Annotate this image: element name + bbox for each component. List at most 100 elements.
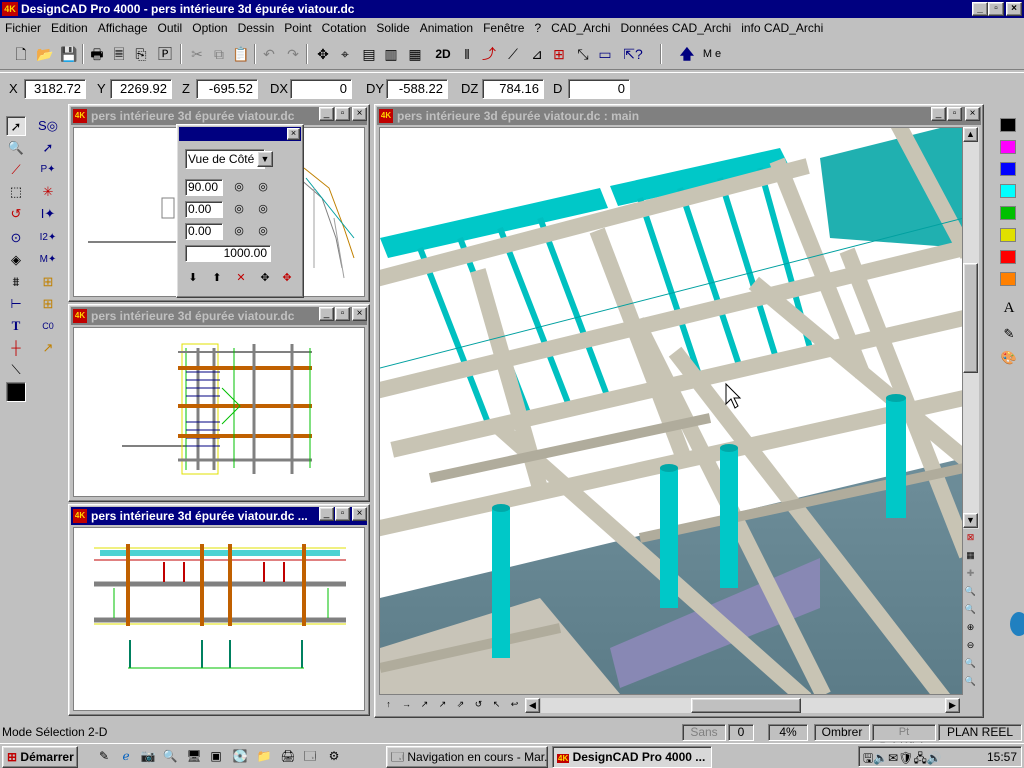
main-close-button[interactable]: ×: [965, 107, 980, 121]
z-coordinate-field[interactable]: -695.52: [196, 79, 258, 99]
quicklaunch-edit-icon[interactable]: ✎: [96, 748, 112, 764]
color-swatch-blue[interactable]: [1000, 162, 1016, 176]
quicklaunch-explorer-icon[interactable]: 🔍: [162, 748, 178, 764]
scroll-up-button[interactable]: ▲: [963, 127, 978, 142]
rotate-up-icon[interactable]: ↑: [381, 698, 396, 713]
point-i-icon[interactable]: I✦: [38, 204, 58, 224]
quicklaunch-window-icon[interactable]: 🗔: [302, 748, 318, 764]
axis-icon[interactable]: ⤴: [478, 43, 500, 65]
vertical-scrollbar[interactable]: ▲ ▼: [963, 127, 979, 529]
menu-item[interactable]: Option: [187, 18, 232, 38]
paste-special-icon[interactable]: 🄿: [154, 43, 176, 65]
maximize-button[interactable]: ▫: [988, 2, 1004, 16]
d-field[interactable]: 0: [568, 79, 630, 99]
undo-icon[interactable]: ↶: [258, 43, 280, 65]
quicklaunch-designcad-icon[interactable]: ⚙: [326, 748, 342, 764]
fill-icon[interactable]: ◈: [6, 250, 26, 270]
point-select-icon[interactable]: ➚: [38, 138, 58, 158]
color-swatch-yellow[interactable]: [1000, 228, 1016, 242]
main-maximize-button[interactable]: ▫: [947, 107, 962, 121]
rotate-diag3-icon[interactable]: ⇗: [453, 698, 468, 713]
rotate-diag6-icon[interactable]: ↩: [507, 698, 522, 713]
view-close-button[interactable]: ×: [352, 507, 367, 521]
color-swatch-red[interactable]: [1000, 250, 1016, 264]
status-ombrer[interactable]: Ombrer: [814, 724, 870, 741]
menu-item[interactable]: CAD_Archi: [546, 18, 615, 38]
color-swatch-cyan[interactable]: [1000, 184, 1016, 198]
menu-item[interactable]: Edition: [46, 18, 93, 38]
polyline-icon[interactable]: ⟋: [6, 160, 26, 180]
close-button[interactable]: ×: [1006, 2, 1022, 16]
crosshair-icon[interactable]: ┼: [6, 338, 26, 358]
dialog-close-button[interactable]: ×: [287, 128, 300, 140]
dz-field[interactable]: 784.16: [482, 79, 544, 99]
distance-field[interactable]: 1000.00: [185, 245, 271, 262]
dx-field[interactable]: 0: [290, 79, 352, 99]
view-close-button[interactable]: ×: [352, 107, 367, 121]
grid-point-2-icon[interactable]: ⊞: [38, 294, 58, 314]
window-icon[interactable]: ▭: [594, 43, 616, 65]
view-dropdown-button[interactable]: ▼: [257, 151, 273, 167]
zoom-extents-icon[interactable]: 🔍: [963, 603, 978, 618]
main-view-title-bar[interactable]: 4K pers intérieure 3d épurée viatour.dc :…: [377, 107, 981, 125]
zoom-all-icon[interactable]: 🔍: [963, 675, 978, 690]
view-minimize-button[interactable]: _: [319, 107, 334, 121]
select-snap-icon[interactable]: S◎: [38, 116, 58, 136]
move-icon[interactable]: ✥: [312, 43, 334, 65]
angle-field-2[interactable]: 0.00: [185, 201, 223, 218]
rotate-diag5-icon[interactable]: ↖: [489, 698, 504, 713]
view-front-icon[interactable]: ▤: [358, 43, 380, 65]
view-maximize-button[interactable]: ▫: [335, 507, 350, 521]
color-swatch-black[interactable]: [1000, 118, 1016, 132]
dialog-title-bar[interactable]: [179, 127, 301, 141]
horizontal-scroll-thumb[interactable]: [691, 698, 801, 713]
grid-toggle-icon[interactable]: ▦: [963, 549, 978, 564]
box-3d-icon[interactable]: ⬚: [6, 182, 26, 202]
arrow-up-icon[interactable]: 🡅: [676, 43, 698, 65]
view-close-button[interactable]: ×: [352, 307, 367, 321]
color-swatch-magenta[interactable]: [1000, 140, 1016, 154]
close-view-icon[interactable]: ⊠: [963, 531, 978, 546]
angle-field-3[interactable]: 0.00: [185, 223, 223, 240]
pen-style-icon[interactable]: ✎: [1000, 326, 1018, 344]
point-p-icon[interactable]: P✦: [38, 160, 58, 180]
rotate-right-icon[interactable]: ◎: [253, 178, 273, 196]
menu-item[interactable]: Animation: [415, 18, 478, 38]
view-maximize-button[interactable]: ▫: [335, 107, 350, 121]
y-coordinate-field[interactable]: 2269.92: [110, 79, 172, 99]
view-maximize-button[interactable]: ▫: [335, 307, 350, 321]
scroll-left-button[interactable]: ◀: [525, 698, 540, 713]
view-minimize-button[interactable]: _: [319, 307, 334, 321]
line-icon[interactable]: ⟍: [6, 360, 26, 380]
pause-icon[interactable]: ‖: [456, 43, 478, 65]
menu-item[interactable]: Fenêtre: [478, 18, 529, 38]
status-sans[interactable]: Sans: [682, 724, 726, 741]
quicklaunch-ie-icon[interactable]: ℯ: [118, 748, 134, 764]
quicklaunch-camera-icon[interactable]: 📷: [140, 748, 156, 764]
scroll-right-button[interactable]: ▶: [945, 698, 960, 713]
2d-mode-button[interactable]: 2D: [432, 43, 454, 65]
status-percent[interactable]: 4%: [768, 724, 808, 741]
menu-item[interactable]: Affichage: [93, 18, 153, 38]
zoom-previous-icon[interactable]: 🔍: [963, 657, 978, 672]
vertical-scroll-thumb[interactable]: [963, 263, 978, 373]
pan-icon[interactable]: ✚: [963, 567, 978, 582]
print-icon[interactable]: 🖶: [86, 43, 108, 65]
status-layer-number[interactable]: 0: [728, 724, 754, 741]
view-top-icon[interactable]: ▦: [404, 43, 426, 65]
zoom-icon[interactable]: 🔍: [6, 138, 26, 158]
point-i2-icon[interactable]: I2✦: [38, 228, 58, 248]
dimension-icon[interactable]: ⊢: [6, 294, 26, 314]
rotate-left-icon[interactable]: ◎: [229, 178, 249, 196]
copy-icon[interactable]: ⧉: [208, 43, 230, 65]
x-coordinate-field[interactable]: 3182.72: [24, 79, 86, 99]
print-preview-icon[interactable]: 🗏: [108, 43, 130, 65]
menu-item[interactable]: ?: [529, 18, 546, 38]
menu-item[interactable]: Fichier: [0, 18, 46, 38]
quicklaunch-monitor-icon[interactable]: 🖥: [186, 748, 202, 764]
center-view-icon[interactable]: ✥: [255, 269, 275, 287]
hatch-icon[interactable]: ⩩: [6, 272, 26, 292]
quicklaunch-scanner-icon[interactable]: 🖨: [280, 748, 296, 764]
horizontal-scroll-track[interactable]: [541, 698, 945, 713]
designcad-app-icon[interactable]: 4K: [2, 2, 18, 16]
